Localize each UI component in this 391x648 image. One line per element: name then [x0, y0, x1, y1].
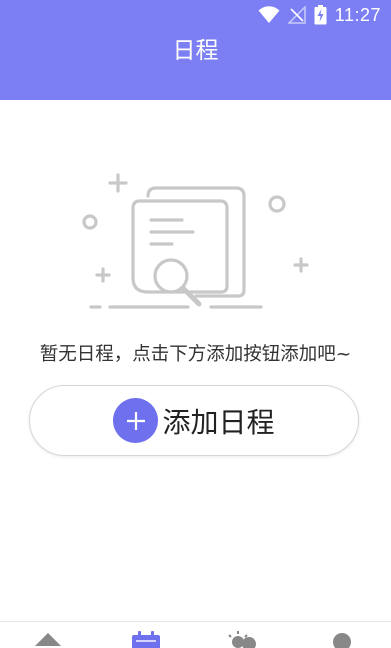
tab-schedule[interactable] — [126, 630, 166, 648]
empty-state-message: 暂无日程，点击下方添加按钮添加吧~ — [39, 344, 352, 365]
tab-weather[interactable] — [222, 630, 262, 648]
header-bar: 11:27 日程 — [0, 0, 391, 100]
status-time: 11:27 — [334, 4, 381, 25]
calendar-icon — [132, 631, 160, 648]
weather-icon — [228, 631, 256, 648]
wifi-icon — [258, 6, 280, 23]
battery-charging-icon — [314, 5, 327, 25]
signal-off-icon — [287, 6, 306, 24]
page-title: 日程 — [172, 38, 219, 64]
home-icon — [35, 633, 61, 646]
tab-profile[interactable] — [322, 630, 362, 648]
status-bar: 11:27 — [258, 3, 381, 27]
tab-home[interactable] — [28, 630, 68, 648]
add-schedule-button[interactable]: 添加日程 — [29, 385, 359, 456]
add-schedule-label: 添加日程 — [162, 405, 275, 439]
document-search-icon — [82, 173, 309, 309]
profile-icon — [333, 633, 351, 648]
plus-icon — [113, 398, 159, 443]
bottom-tab-bar — [0, 621, 391, 648]
